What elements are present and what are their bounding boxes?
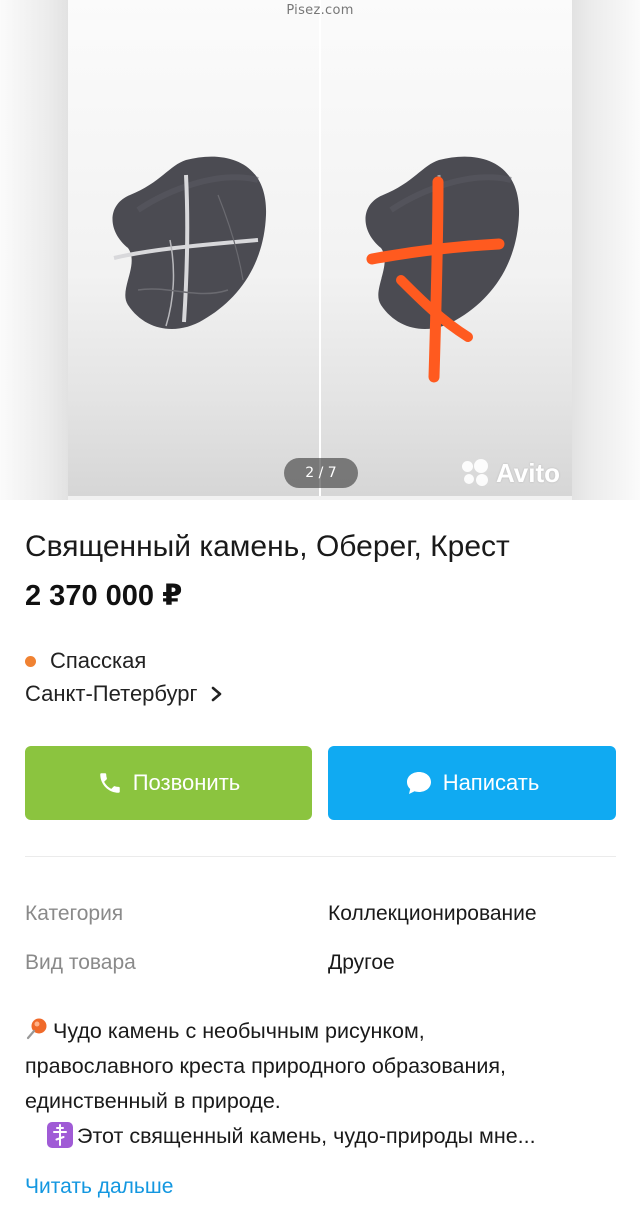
city-link[interactable]: Санкт-Петербург (25, 681, 226, 707)
pin-emoji-icon (26, 1018, 47, 1040)
call-button-label: Позвонить (132, 770, 241, 795)
chat-bubble-icon (406, 772, 431, 794)
description-line: Чудо камень с необычным рисунком, (25, 1014, 625, 1049)
metro-station-name: Спасская (50, 648, 147, 673)
watermark: Pisez.com (286, 3, 354, 18)
section-divider (25, 856, 616, 857)
message-button[interactable]: Написать (328, 746, 616, 820)
read-more-link[interactable]: Читать дальше (25, 1175, 173, 1199)
param-label-item-type: Вид товара (25, 951, 136, 974)
message-button-label: Написать (442, 770, 540, 795)
param-value-item-type: Другое (328, 951, 395, 974)
phone-icon (99, 773, 120, 793)
listing-title: Священный камень, Оберег, Крест (25, 530, 510, 563)
param-label-category: Категория (25, 902, 124, 925)
photo-stone-original (68, 0, 319, 496)
gallery-edge-right (572, 0, 640, 500)
param-value-category: Коллекционирование (328, 902, 537, 925)
avito-logo-text: Avito (496, 457, 561, 488)
metro-line-dot (25, 655, 36, 667)
city-name: Санкт-Петербург (25, 681, 198, 706)
listing-price: 2 370 000 ₽ (25, 580, 183, 612)
avito-logo-icon (462, 459, 492, 487)
description-line: единственный в природе. (25, 1089, 281, 1113)
photo-stone-highlighted (321, 0, 572, 496)
call-button[interactable]: Позвонить (25, 746, 312, 820)
description-line: Этот священный камень, чудо-природы мне.… (25, 1119, 625, 1154)
listing-description: Чудо камень с необычным рисунком, правос… (25, 1014, 625, 1154)
chevron-right-icon (211, 686, 221, 702)
gallery-edge-left (0, 0, 68, 500)
orthodox-cross-emoji-icon (47, 1122, 73, 1148)
photo-counter: 2 / 7 (284, 458, 358, 488)
avito-logo: Avito (462, 455, 560, 491)
description-line: православного креста природного образова… (25, 1054, 506, 1078)
metro-station: Спасская (25, 648, 146, 674)
photo-gallery[interactable]: Pisez.com 2 / 7 Avito (0, 0, 640, 500)
